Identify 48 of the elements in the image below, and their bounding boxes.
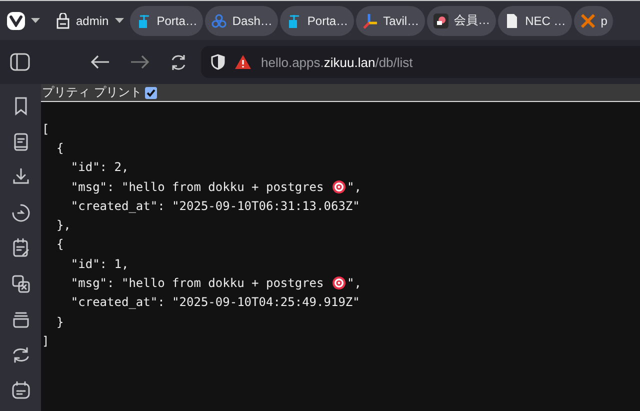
- vivaldi-menu-button[interactable]: [7, 12, 25, 30]
- code-line: "msg": "hello from dokku + postgres: [70, 276, 325, 290]
- caret-icon[interactable]: [31, 18, 40, 23]
- code-line: }: [55, 314, 64, 329]
- x-icon: [580, 12, 596, 28]
- caret-icon: [114, 18, 124, 23]
- browser-tab[interactable]: Porta…: [280, 6, 354, 36]
- code-line: "id": 2,: [70, 160, 129, 174]
- code-line: "id": 1,: [70, 256, 129, 271]
- pretty-print-checkbox[interactable]: [144, 86, 157, 98]
- panel-toggle-icon[interactable]: [10, 53, 30, 71]
- download-icon[interactable]: [10, 167, 30, 187]
- workspace-button[interactable]: admin: [54, 12, 126, 28]
- workspace-label: admin: [76, 14, 109, 28]
- code-line: {: [55, 237, 64, 252]
- history-icon[interactable]: [10, 202, 30, 222]
- back-icon[interactable]: [90, 55, 110, 69]
- triskelion-icon: [211, 12, 228, 28]
- warning-icon[interactable]: [235, 55, 251, 69]
- code-line: {: [55, 140, 64, 155]
- code-line: ",: [346, 276, 362, 290]
- code-line: ]: [42, 334, 50, 348]
- address-field[interactable]: hello.apps.zikuu.lan/db/list: [201, 46, 640, 78]
- calendar-icon[interactable]: [10, 380, 30, 400]
- browser-tab[interactable]: Tavil…: [356, 6, 426, 36]
- code-line: "msg": "hello from dokku + postgres: [70, 180, 325, 194]
- browser-tab[interactable]: p: [574, 6, 614, 36]
- browser-tab[interactable]: 会員…: [427, 6, 496, 36]
- tasks-icon[interactable]: [10, 238, 30, 258]
- code-line: "created_at": "2025-09-10T04:25:49.919Z": [70, 295, 360, 310]
- forward-icon[interactable]: [130, 55, 150, 69]
- browser-tab[interactable]: NEC …: [498, 6, 572, 36]
- code-line: "created_at": "2025-09-10T06:31:13.063Z": [70, 198, 360, 213]
- code-line: ",: [346, 180, 362, 194]
- code-line: },: [55, 218, 71, 232]
- url-text: hello.apps.zikuu.lan/db/list: [261, 54, 413, 70]
- pretty-print-label: プリティ プリント: [42, 84, 142, 101]
- shield-icon[interactable]: [211, 54, 225, 70]
- sync-icon[interactable]: [10, 344, 30, 364]
- browser-tab[interactable]: Dash…: [205, 6, 278, 36]
- reload-icon[interactable]: [170, 54, 187, 70]
- target-icon: [332, 180, 346, 194]
- target-icon: [332, 276, 346, 290]
- translate-icon[interactable]: [10, 274, 30, 294]
- app-icon: [433, 12, 450, 28]
- browser-tab[interactable]: Porta…: [130, 6, 204, 36]
- arrows-icon: [362, 12, 378, 28]
- code-line: [: [42, 122, 50, 136]
